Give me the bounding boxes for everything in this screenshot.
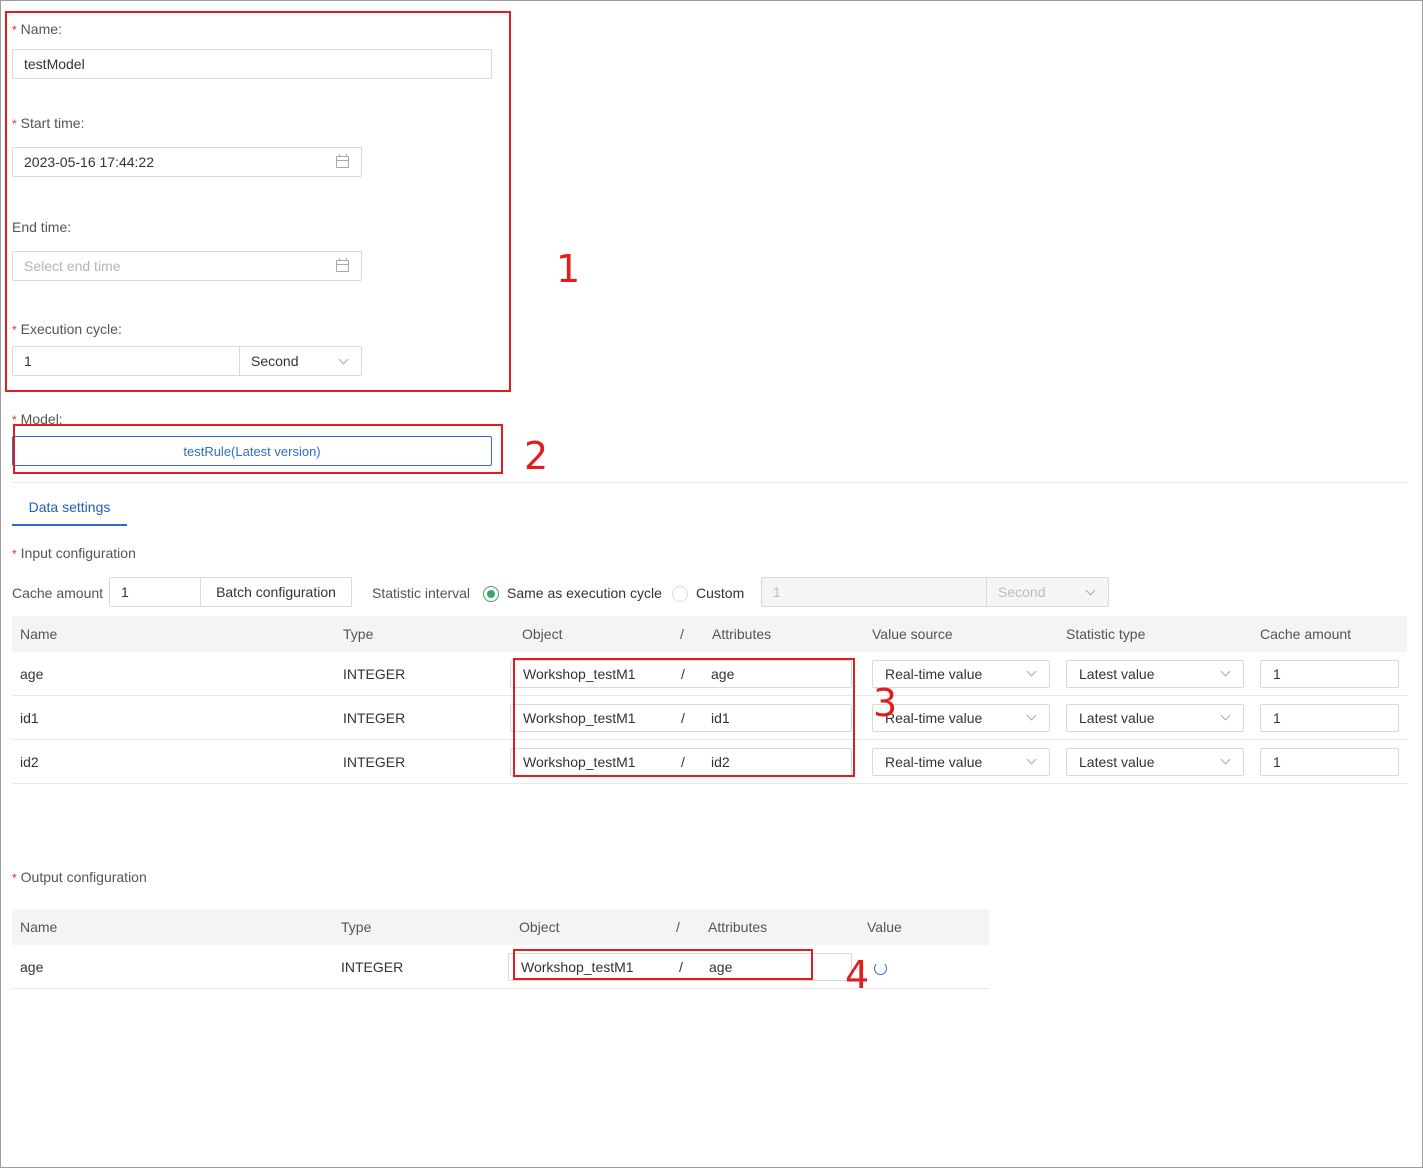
output-table-header: Name Type Object / Attributes Value (12, 909, 989, 945)
input-config-title: * Input configuration (12, 545, 136, 561)
col-attributes: Attributes (712, 626, 772, 642)
chevron-down-icon (1220, 710, 1231, 721)
row-name: age (20, 959, 44, 975)
custom-interval-unit-select[interactable]: Second (986, 577, 1109, 607)
statistic-type-select[interactable]: Latest value (1066, 660, 1244, 688)
custom-interval-input[interactable]: 1 (761, 577, 987, 607)
chevron-down-icon (1220, 666, 1231, 677)
value-source-select[interactable]: Real-time value (872, 748, 1050, 776)
col-separator: / (676, 919, 680, 935)
statistic-type-select[interactable]: Latest value (1066, 748, 1244, 776)
row-type: INTEGER (343, 754, 406, 770)
annotation-box-2 (13, 424, 503, 474)
annotation-number-2: 2 (524, 434, 549, 478)
col-name: Name (20, 626, 58, 642)
refresh-icon[interactable] (874, 962, 887, 975)
col-value: Value (867, 919, 902, 935)
row-name: id2 (20, 754, 39, 770)
cache-amount-cell-input[interactable]: 1 (1260, 748, 1399, 776)
col-statistic-type: Statistic type (1066, 626, 1146, 642)
table-row: age INTEGER Workshop_testM1 / age (12, 945, 989, 989)
row-type: INTEGER (341, 959, 404, 975)
col-name: Name (20, 919, 58, 935)
statistic-type-select[interactable]: Latest value (1066, 704, 1244, 732)
output-config-title: * Output configuration (12, 869, 147, 885)
annotation-box-1 (5, 11, 511, 392)
value-source-select[interactable]: Real-time value (872, 704, 1050, 732)
chevron-down-icon (1026, 754, 1037, 765)
col-type: Type (343, 626, 374, 642)
annotation-number-3: 3 (873, 681, 898, 725)
row-name: age (20, 666, 44, 682)
col-object: Object (522, 626, 563, 642)
section-divider (12, 482, 1407, 483)
radio-same-as-cycle[interactable] (483, 586, 499, 602)
cache-amount-input[interactable]: 1 (109, 577, 201, 607)
cache-amount-cell-input[interactable]: 1 (1260, 660, 1399, 688)
cache-amount-label: Cache amount (12, 585, 104, 601)
chevron-down-icon (1085, 585, 1096, 596)
annotation-number-4: 4 (845, 953, 870, 997)
chevron-down-icon (1026, 666, 1037, 677)
annotation-box-3 (513, 658, 855, 777)
col-cache-amount: Cache amount (1260, 626, 1352, 642)
col-separator: / (680, 626, 684, 642)
radio-custom-label[interactable]: Custom (696, 585, 744, 601)
statistic-interval-label: Statistic interval (372, 585, 471, 601)
cache-amount-cell-input[interactable]: 1 (1260, 704, 1399, 732)
row-type: INTEGER (343, 710, 406, 726)
tab-data-settings[interactable]: Data settings (12, 490, 127, 526)
input-table-header: Name Type Object / Attributes Value sour… (12, 616, 1407, 652)
row-name: id1 (20, 710, 39, 726)
radio-custom[interactable] (672, 586, 688, 602)
chevron-down-icon (1220, 754, 1231, 765)
annotation-number-1: 1 (556, 247, 581, 291)
chevron-down-icon (1026, 710, 1037, 721)
row-type: INTEGER (343, 666, 406, 682)
radio-same-as-cycle-label[interactable]: Same as execution cycle (507, 585, 662, 601)
batch-configuration-button[interactable]: Batch configuration (200, 577, 352, 607)
col-value-source: Value source (872, 626, 953, 642)
col-object: Object (519, 919, 560, 935)
col-type: Type (341, 919, 372, 935)
col-attributes: Attributes (708, 919, 768, 935)
annotation-box-4 (513, 949, 813, 980)
value-source-select[interactable]: Real-time value (872, 660, 1050, 688)
